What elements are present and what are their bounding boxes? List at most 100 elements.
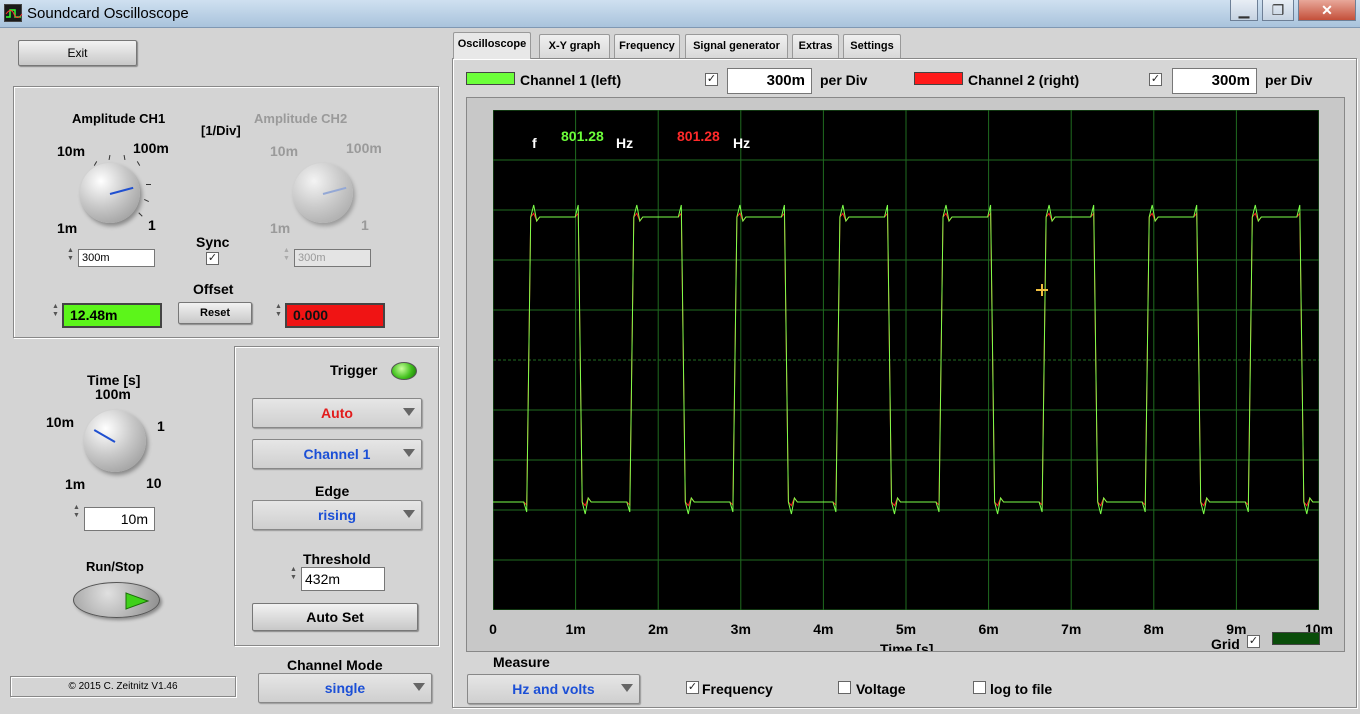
tab-oscilloscope[interactable]: Oscilloscope bbox=[453, 32, 531, 59]
offset-reset-button[interactable]: Reset bbox=[178, 302, 252, 324]
x-tick-label: 7m bbox=[1061, 621, 1082, 637]
ch2-label: Channel 2 (right) bbox=[968, 72, 1080, 88]
time-spinner[interactable]: ▲ ▼ bbox=[72, 504, 81, 520]
threshold-spinner[interactable]: ▲ ▼ bbox=[289, 566, 298, 582]
knob-time-scale-100m: 100m bbox=[95, 386, 131, 402]
tab-extras[interactable]: Extras bbox=[792, 34, 839, 58]
measure-frequency-label: Frequency bbox=[702, 681, 773, 697]
x-axis-label: Time [s] bbox=[880, 641, 934, 651]
knob-ch1-scale-100m: 100m bbox=[133, 140, 169, 156]
ch2-enable-checkbox[interactable]: ✓ bbox=[1149, 73, 1162, 86]
threshold-input[interactable]: 432m bbox=[301, 567, 385, 591]
auto-set-button[interactable]: Auto Set bbox=[252, 603, 418, 631]
ch1-frequency-unit: Hz bbox=[616, 135, 634, 151]
trigger-channel-value: Channel 1 bbox=[303, 446, 371, 462]
measure-mode-value: Hz and volts bbox=[512, 681, 595, 697]
grid-label: Grid bbox=[1211, 636, 1240, 652]
tab-frequency[interactable]: Frequency bbox=[614, 34, 680, 58]
measure-voltage-label: Voltage bbox=[856, 681, 906, 697]
ch1-per-div-label: per Div bbox=[820, 72, 868, 88]
chevron-down-icon bbox=[403, 449, 415, 457]
ch1-frequency-value: 801.28 bbox=[561, 128, 604, 144]
amp-ch1-input[interactable]: 300m bbox=[78, 249, 155, 267]
copyright-label: © 2015 C. Zeitnitz V1.46 bbox=[10, 676, 236, 697]
knob-time-scale-1m: 1m bbox=[65, 476, 86, 492]
channel-mode-value: single bbox=[324, 680, 366, 696]
trigger-edge-dropdown[interactable]: rising bbox=[252, 500, 422, 530]
x-tick-label: 1m bbox=[565, 621, 586, 637]
minimize-button[interactable]: ▁ bbox=[1230, 0, 1258, 21]
x-tick-label: 3m bbox=[730, 621, 751, 637]
trigger-channel-dropdown[interactable]: Channel 1 bbox=[252, 439, 422, 469]
knob-ch2-scale-1: 1 bbox=[361, 217, 369, 233]
time-knob[interactable] bbox=[84, 410, 146, 472]
knob-time-scale-10: 10 bbox=[146, 475, 162, 491]
chevron-down-icon bbox=[403, 408, 415, 416]
amp-ch1-spinner[interactable]: ▲ ▼ bbox=[66, 247, 75, 263]
offset-ch1-field[interactable]: 12.48m bbox=[62, 303, 162, 328]
sync-checkbox[interactable]: ✓ bbox=[206, 252, 219, 265]
offset-ch1-spinner[interactable]: ▲ ▼ bbox=[51, 303, 60, 319]
sync-label: Sync bbox=[196, 234, 230, 250]
measure-mode-dropdown[interactable]: Hz and volts bbox=[467, 674, 640, 704]
x-tick-label: 0 bbox=[489, 621, 497, 637]
measure-voltage-checkbox[interactable] bbox=[838, 681, 851, 694]
tab-signal-generator[interactable]: Signal generator bbox=[685, 34, 788, 58]
maximize-button[interactable]: ❐ bbox=[1262, 0, 1294, 21]
ch1-div-input[interactable]: 300m bbox=[727, 68, 812, 94]
grid-color-swatch[interactable] bbox=[1272, 632, 1320, 645]
trigger-mode-value: Auto bbox=[321, 405, 353, 421]
tab-xy-graph[interactable]: X-Y graph bbox=[539, 34, 610, 58]
x-tick-label: 9m bbox=[1226, 621, 1247, 637]
knob-ch1-scale-1m: 1m bbox=[57, 220, 78, 236]
measure-label: Measure bbox=[493, 654, 550, 670]
chevron-down-icon bbox=[413, 683, 425, 691]
ch1-enable-checkbox[interactable]: ✓ bbox=[705, 73, 718, 86]
amp-ch2-input[interactable]: 300m bbox=[294, 249, 371, 267]
time-input[interactable]: 10m bbox=[84, 507, 155, 531]
offset-ch2-spinner[interactable]: ▲ ▼ bbox=[274, 303, 283, 319]
knob-ch2-scale-10m: 10m bbox=[270, 143, 299, 159]
x-tick-label: 2m bbox=[648, 621, 669, 637]
channel-mode-dropdown[interactable]: single bbox=[258, 673, 432, 703]
oscilloscope-display[interactable] bbox=[493, 110, 1319, 610]
trigger-label: Trigger bbox=[330, 362, 378, 378]
offset-ch2-field[interactable]: 0.000 bbox=[285, 303, 385, 328]
amp-ch1-label: Amplitude CH1 bbox=[72, 111, 166, 126]
log-to-file-label: log to file bbox=[990, 681, 1053, 697]
ch2-frequency-value: 801.28 bbox=[677, 128, 720, 144]
knob-time-scale-10m: 10m bbox=[46, 414, 75, 430]
knob-ch1-scale-10m: 10m bbox=[57, 143, 86, 159]
knob-ch1-scale-1: 1 bbox=[148, 217, 156, 233]
trigger-mode-dropdown[interactable]: Auto bbox=[252, 398, 422, 428]
window-title: Soundcard Oscilloscope bbox=[27, 5, 189, 22]
knob-time-scale-1: 1 bbox=[157, 418, 165, 434]
knob-ch2-scale-100m: 100m bbox=[346, 140, 382, 156]
play-icon bbox=[125, 592, 150, 610]
x-tick-label: 4m bbox=[813, 621, 834, 637]
x-tick-label: 6m bbox=[978, 621, 999, 637]
measure-frequency-checkbox[interactable]: ✓ bbox=[686, 681, 699, 694]
log-to-file-checkbox[interactable] bbox=[973, 681, 986, 694]
amp-ch2-spinner[interactable]: ▲ ▼ bbox=[282, 247, 291, 263]
grid-checkbox[interactable]: ✓ bbox=[1247, 635, 1260, 648]
ch2-per-div-label: per Div bbox=[1265, 72, 1313, 88]
edge-label: Edge bbox=[315, 483, 350, 499]
chevron-down-icon bbox=[621, 684, 633, 692]
exit-button[interactable]: Exit bbox=[18, 40, 137, 66]
ch2-div-input[interactable]: 300m bbox=[1172, 68, 1257, 94]
x-tick-label: 5m bbox=[895, 621, 917, 637]
tab-settings[interactable]: Settings bbox=[843, 34, 901, 58]
threshold-label: Threshold bbox=[303, 551, 371, 567]
run-stop-label: Run/Stop bbox=[86, 559, 144, 574]
run-stop-button[interactable] bbox=[73, 582, 160, 618]
offset-label: Offset bbox=[193, 281, 234, 297]
window-titlebar: Soundcard Oscilloscope ▁ ❐ ✕ bbox=[0, 0, 1360, 28]
amp-ch1-knob[interactable] bbox=[80, 163, 140, 223]
channel-mode-label: Channel Mode bbox=[287, 657, 383, 673]
amp-ch2-knob[interactable] bbox=[293, 163, 353, 223]
chevron-down-icon bbox=[403, 510, 415, 518]
close-button[interactable]: ✕ bbox=[1298, 0, 1356, 21]
knob-ch2-scale-1m: 1m bbox=[270, 220, 291, 236]
x-tick-label: 8m bbox=[1143, 621, 1164, 637]
